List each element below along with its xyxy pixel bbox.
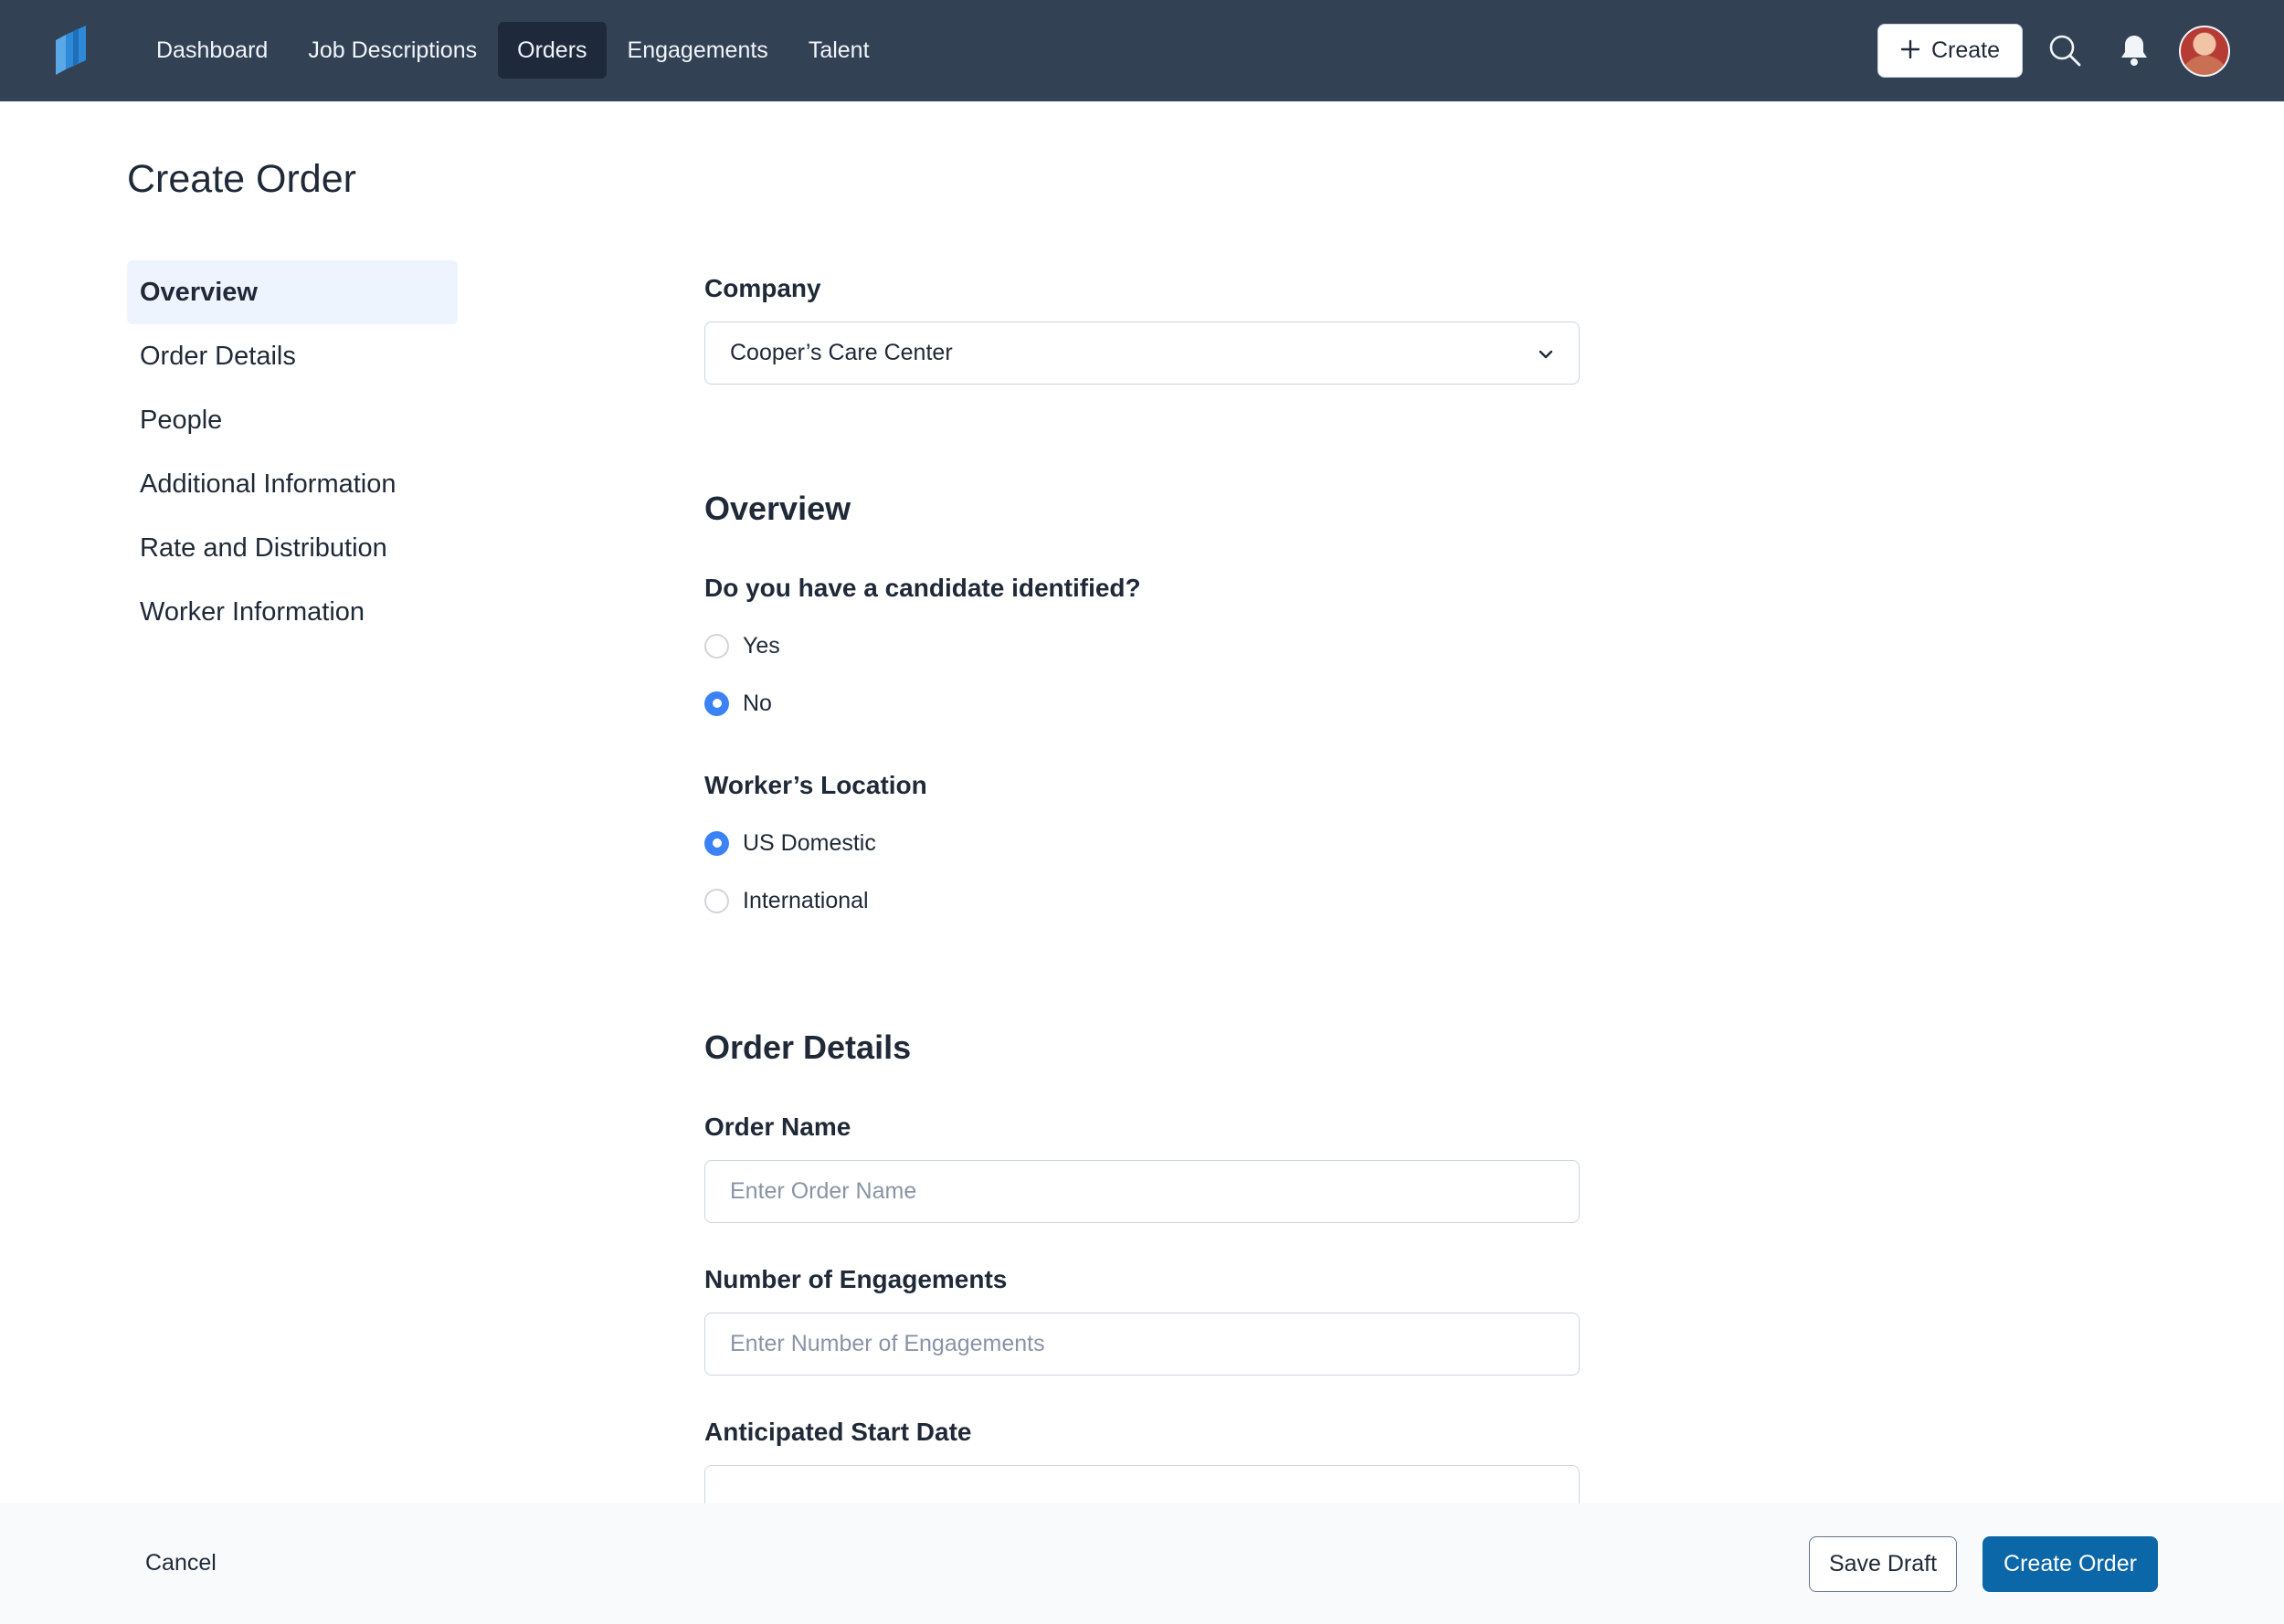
- create-button-label: Create: [1930, 37, 2001, 63]
- cancel-button[interactable]: Cancel: [145, 1550, 217, 1577]
- company-select-value: Cooper’s Care Center: [730, 340, 953, 365]
- radio-us-domestic[interactable]: [704, 830, 729, 856]
- nav-item-talent[interactable]: Talent: [789, 22, 889, 79]
- sidenav-item-people[interactable]: People: [127, 388, 458, 452]
- location-us-domestic-option[interactable]: US Domestic: [704, 825, 1580, 861]
- nav-item-job-descriptions[interactable]: Job Descriptions: [289, 22, 496, 79]
- avatar[interactable]: [2179, 26, 2230, 77]
- plus-icon: [1900, 35, 1920, 64]
- sidenav-item-overview[interactable]: Overview: [127, 260, 458, 324]
- order-details-heading: Order Details: [704, 1028, 912, 1066]
- worker-location-label: Worker’s Location: [704, 771, 927, 799]
- candidate-yes-option[interactable]: Yes: [704, 627, 1580, 664]
- sidenav-item-worker-information[interactable]: Worker Information: [127, 580, 458, 644]
- form-footer: Cancel Save Draft Create Order: [0, 1503, 2284, 1624]
- radio-yes[interactable]: [704, 633, 729, 659]
- create-button[interactable]: Create: [1877, 24, 2023, 78]
- save-draft-button[interactable]: Save Draft: [1809, 1536, 1957, 1592]
- radio-no-label: No: [743, 690, 772, 716]
- radio-yes-label: Yes: [743, 632, 780, 659]
- sidenav-item-additional-information[interactable]: Additional Information: [127, 452, 458, 516]
- candidate-question: Do you have a candidate identified?: [704, 574, 1141, 602]
- top-navigation: Dashboard Job Descriptions Orders Engage…: [0, 0, 2284, 101]
- logo-icon[interactable]: [53, 26, 90, 75]
- bell-icon[interactable]: [2116, 32, 2152, 69]
- page-title: Create Order: [127, 157, 356, 201]
- nav-item-orders[interactable]: Orders: [498, 22, 607, 79]
- number-of-engagements-input[interactable]: [704, 1313, 1580, 1376]
- sidenav-item-order-details[interactable]: Order Details: [127, 324, 458, 388]
- radio-no[interactable]: [704, 691, 729, 716]
- radio-international[interactable]: [704, 888, 729, 913]
- overview-heading: Overview: [704, 490, 851, 527]
- section-sidenav: Overview Order Details People Additional…: [127, 260, 458, 644]
- search-icon[interactable]: [2046, 32, 2083, 69]
- sidenav-item-rate-and-distribution[interactable]: Rate and Distribution: [127, 516, 458, 580]
- nav-item-engagements[interactable]: Engagements: [608, 22, 788, 79]
- radio-us-domestic-label: US Domestic: [743, 829, 876, 856]
- nav-item-dashboard[interactable]: Dashboard: [137, 22, 287, 79]
- company-label: Company: [704, 274, 821, 302]
- company-select[interactable]: Cooper’s Care Center: [704, 322, 1580, 385]
- main-nav: Dashboard Job Descriptions Orders Engage…: [137, 22, 891, 79]
- order-form: Company Cooper’s Care Center Overview Do…: [704, 274, 1580, 1528]
- number-of-engagements-label: Number of Engagements: [704, 1265, 1008, 1293]
- candidate-no-option[interactable]: No: [704, 685, 1580, 722]
- create-order-button[interactable]: Create Order: [1983, 1536, 2158, 1592]
- order-name-label: Order Name: [704, 1113, 851, 1141]
- order-name-input[interactable]: [704, 1160, 1580, 1223]
- radio-international-label: International: [743, 887, 869, 913]
- location-international-option[interactable]: International: [704, 882, 1580, 919]
- anticipated-start-date-label: Anticipated Start Date: [704, 1418, 972, 1446]
- chevron-down-icon: [1538, 340, 1554, 366]
